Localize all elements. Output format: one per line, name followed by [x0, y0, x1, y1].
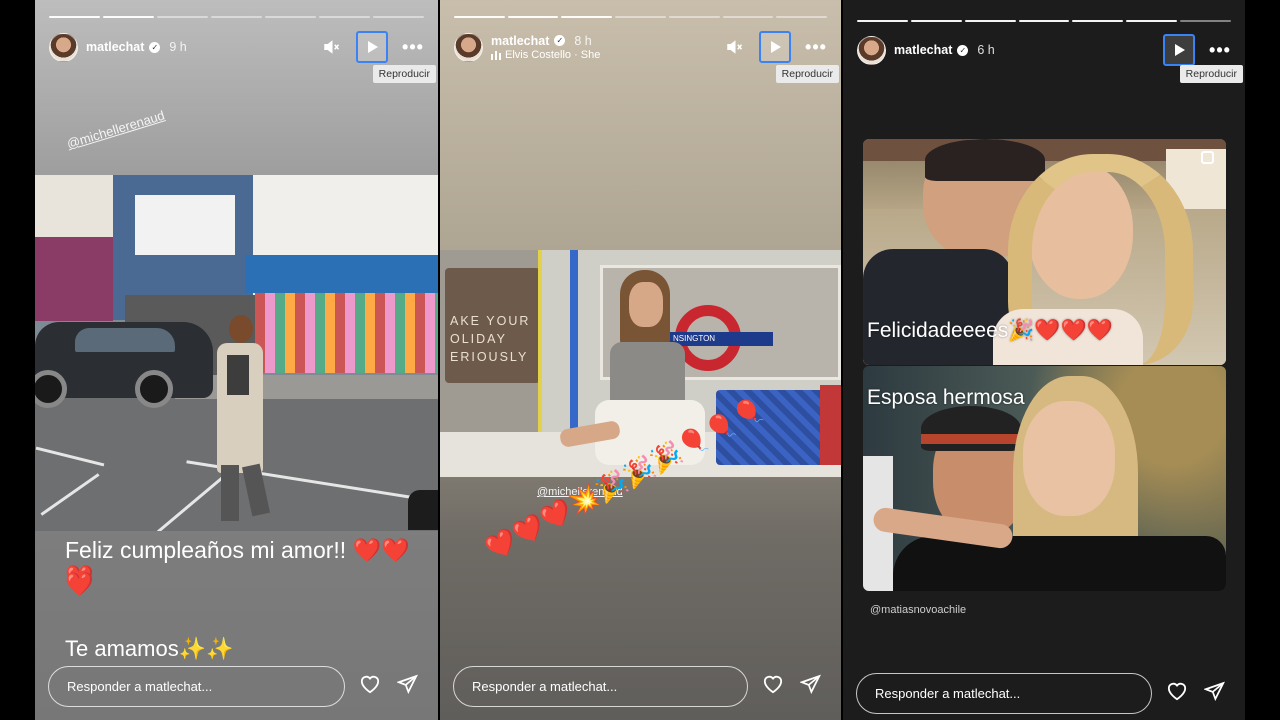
- collage-photo-2: Esposa hermosa: [863, 366, 1226, 591]
- verified-badge-icon: ✓: [149, 41, 161, 53]
- play-button[interactable]: [1163, 34, 1195, 66]
- play-button[interactable]: [356, 31, 388, 63]
- heart-icon[interactable]: [359, 674, 381, 699]
- story-panel-3[interactable]: matlechat ✓ 6 h ••• Reproducir Felicidad…: [843, 0, 1245, 720]
- heart-icon[interactable]: [1166, 681, 1188, 706]
- username[interactable]: matlechat: [894, 43, 952, 57]
- caption-line-2: ❤️: [65, 571, 94, 597]
- story-header: matlechat ✓ 9 h •••: [49, 30, 428, 64]
- more-options-icon[interactable]: •••: [398, 32, 428, 62]
- story-header: matlechat ✓ 8 h Elvis Costello · She •••: [454, 30, 831, 64]
- story-photo: AKE YOUR OLIDAY ERIOUSLY NSINGTON: [440, 250, 841, 477]
- share-icon[interactable]: [1203, 681, 1225, 706]
- play-button[interactable]: [759, 31, 791, 63]
- reply-input[interactable]: Responder a matlechat...: [856, 672, 1152, 714]
- collage-photo-1: Felicidadeeees🎉❤️❤️❤️: [863, 139, 1226, 365]
- more-options-icon[interactable]: •••: [801, 32, 831, 62]
- share-icon[interactable]: [799, 674, 821, 699]
- post-time: 6 h: [977, 43, 995, 57]
- poster-text: AKE YOUR OLIDAY ERIOUSLY: [450, 314, 531, 364]
- reply-bar: Responder a matlechat...: [856, 672, 1233, 714]
- avatar[interactable]: [454, 32, 483, 62]
- verified-badge-icon: ✓: [554, 35, 566, 46]
- story-progress-bar: [454, 16, 828, 18]
- story-panel-2[interactable]: matlechat ✓ 8 h Elvis Costello · She •••…: [440, 0, 841, 720]
- username[interactable]: matlechat: [86, 40, 144, 54]
- play-tooltip: Reproducir: [372, 65, 436, 83]
- reply-bar: Responder a matlechat...: [453, 665, 829, 707]
- reply-bar: Responder a matlechat...: [48, 665, 426, 707]
- reply-input[interactable]: Responder a matlechat...: [453, 665, 748, 707]
- tile1-caption: Felicidadeeees🎉❤️❤️❤️: [867, 319, 1113, 342]
- caption-line-3: Te amamos✨✨: [65, 636, 234, 661]
- post-time: 9 h: [169, 40, 187, 54]
- mention-tag[interactable]: @michellerenaud: [65, 108, 166, 152]
- mention-tag[interactable]: @matiasnovoachile: [870, 604, 966, 616]
- mute-icon[interactable]: [719, 32, 749, 62]
- caption-line-1: Feliz cumpleaños mi amor!! ❤️❤️❤️: [65, 537, 410, 590]
- story-progress-bar: [857, 20, 1232, 22]
- heart-icon[interactable]: [762, 674, 784, 699]
- play-tooltip: Reproducir: [775, 65, 839, 83]
- woman-figure: [207, 315, 279, 527]
- avatar[interactable]: [49, 32, 78, 62]
- music-track[interactable]: Elvis Costello · She: [491, 49, 600, 61]
- story-header: matlechat ✓ 6 h •••: [857, 33, 1235, 67]
- more-options-icon[interactable]: •••: [1205, 35, 1235, 65]
- avatar[interactable]: [857, 35, 886, 65]
- username[interactable]: matlechat: [491, 34, 549, 48]
- share-icon[interactable]: [396, 674, 418, 699]
- reply-input[interactable]: Responder a matlechat...: [48, 665, 345, 707]
- play-tooltip: Reproducir: [1179, 65, 1243, 83]
- story-photo: [35, 175, 438, 531]
- post-time: 8 h: [574, 33, 592, 48]
- multi-photo-icon: [1201, 151, 1214, 164]
- tile2-caption: Esposa hermosa: [867, 386, 1025, 409]
- song-title: Elvis Costello · She: [505, 48, 601, 61]
- story-panel-1[interactable]: matlechat ✓ 9 h ••• Reproducir @michelle…: [35, 0, 438, 720]
- music-bars-icon: [491, 50, 501, 60]
- roundel-sign: NSINGTON: [665, 332, 773, 346]
- story-progress-bar: [49, 16, 424, 18]
- mute-icon[interactable]: [316, 32, 346, 62]
- verified-badge-icon: ✓: [957, 44, 969, 56]
